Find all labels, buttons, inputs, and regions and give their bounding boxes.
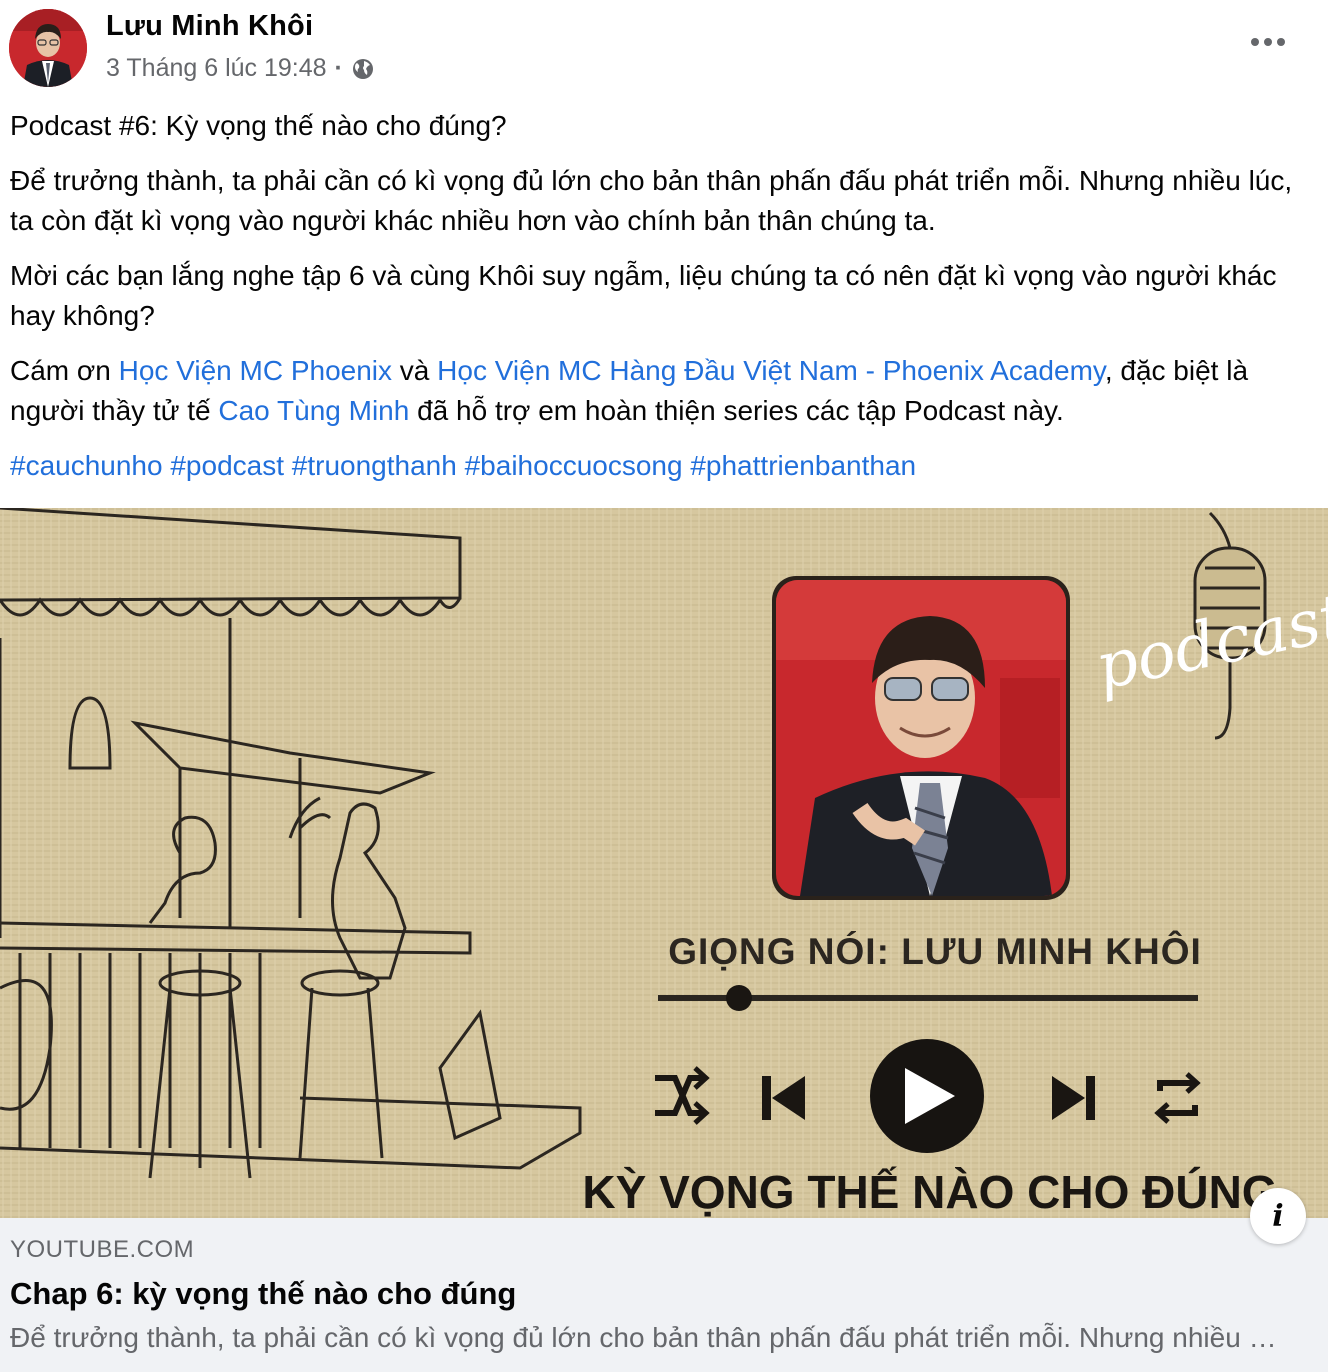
play-button (870, 1039, 984, 1153)
mention-cao-tung-minh[interactable]: Cao Tùng Minh (218, 395, 409, 426)
hashtag-link[interactable]: #phattrienbanthan (690, 450, 916, 481)
info-icon: i (1272, 1198, 1284, 1234)
globe-icon[interactable] (351, 57, 375, 81)
thanks-suffix: đã hỗ trợ em hoàn thiện series các tập P… (409, 395, 1064, 426)
host-photo (772, 576, 1070, 900)
post-text: Podcast #6: Kỳ vọng thế nào cho đúng? Để… (10, 106, 1310, 501)
hashtag-link[interactable]: #baihoccuocsong (465, 450, 683, 481)
more-dots-icon (1251, 38, 1285, 46)
link-title[interactable]: Chap 6: kỳ vọng thế nào cho đúng (10, 1276, 516, 1312)
author-name[interactable]: Lưu Minh Khôi (106, 10, 313, 43)
hashtag-link[interactable]: #truongthanh (292, 450, 457, 481)
post-meta: 3 Tháng 6 lúc 19:48 · (106, 54, 375, 83)
post-paragraph-1: Để trưởng thành, ta phải cần có kì vọng … (10, 165, 1293, 236)
progress-knob (726, 985, 752, 1011)
meta-separator: · (334, 54, 343, 82)
mention-hoc-vien-mc-phoenix[interactable]: Học Viện MC Phoenix (119, 355, 392, 386)
link-domain: YOUTUBE.COM (10, 1236, 195, 1263)
post-title-line: Podcast #6: Kỳ vọng thế nào cho đúng? (10, 110, 507, 141)
author-avatar[interactable] (9, 9, 87, 87)
post-paragraph-2: Mời các bạn lắng nghe tập 6 và cùng Khôi… (10, 260, 1277, 331)
mention-phoenix-academy[interactable]: Học Viện MC Hàng Đầu Việt Nam - Phoenix … (437, 355, 1105, 386)
post-timestamp[interactable]: 3 Tháng 6 lúc 19:48 (106, 54, 327, 83)
post-header: Lưu Minh Khôi 3 Tháng 6 lúc 19:48 · (0, 0, 1328, 100)
thanks-and: và (392, 355, 438, 386)
thanks-prefix: Cám ơn (10, 355, 119, 386)
post-paragraph-thanks: Cám ơn Học Viện MC Phoenix và Học Viện M… (10, 351, 1310, 431)
video-thumbnail[interactable]: podcast GIỌNG NÓI: LƯU MINH KHÔI KỲ VỌNG… (0, 508, 1328, 1218)
voice-label: GIỌNG NÓI: LƯU MINH KHÔI (668, 930, 1202, 972)
hashtag-list: #cauchunho #podcast #truongthanh #baihoc… (10, 446, 1310, 486)
link-description: Để trưởng thành, ta phải cần có kì vọng … (10, 1322, 1280, 1353)
episode-title: KỲ VỌNG THẾ NÀO CHO ĐÚNG (582, 1166, 1277, 1218)
more-options-button[interactable] (1246, 22, 1290, 62)
info-button[interactable]: i (1250, 1188, 1306, 1244)
hashtag-link[interactable]: #podcast (170, 450, 284, 481)
hashtag-link[interactable]: #cauchunho (10, 450, 163, 481)
